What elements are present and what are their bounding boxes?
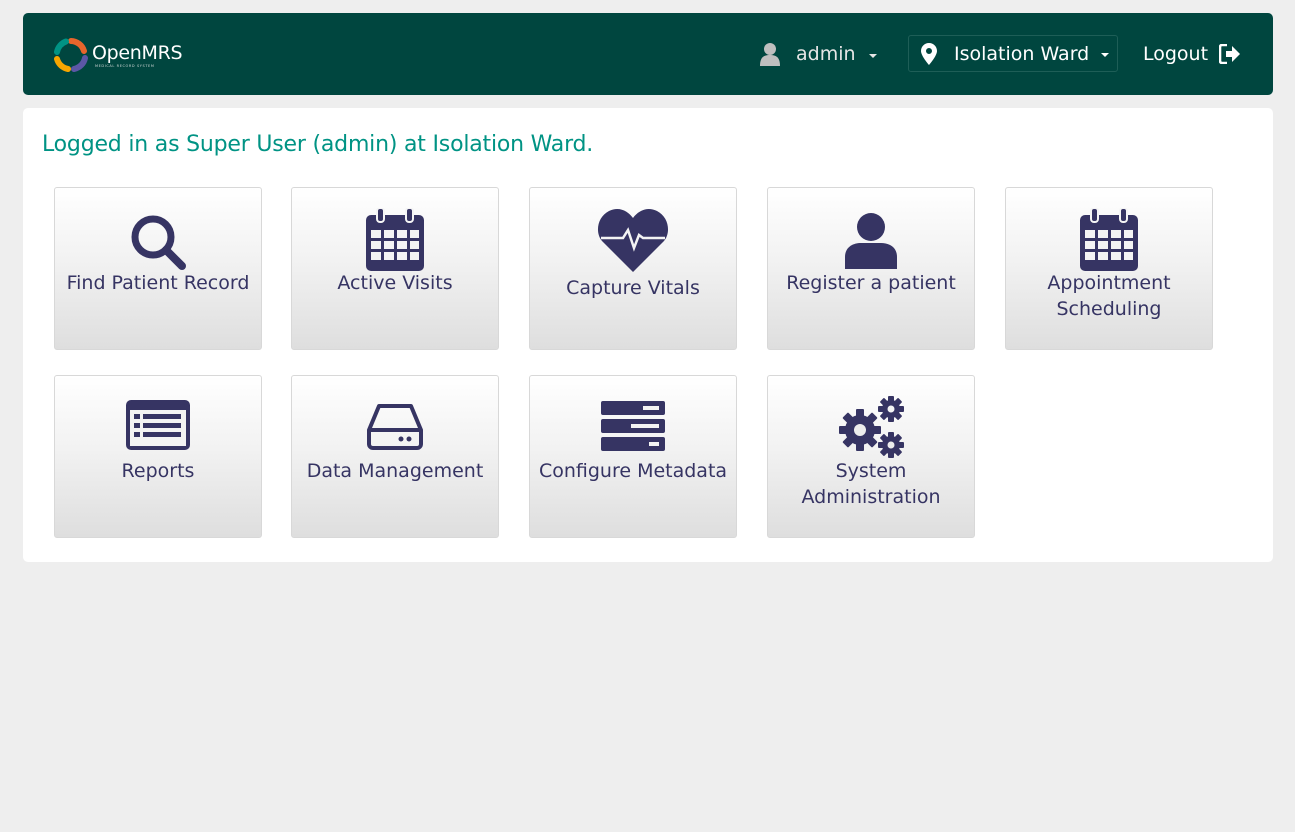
home-panel: Logged in as Super User (admin) at Isola…: [23, 108, 1273, 562]
tile-label: Data Management: [306, 460, 484, 482]
tile-label: Capture Vitals: [566, 277, 700, 299]
app-tile-appointment-scheduling[interactable]: Appointment Scheduling: [1005, 187, 1213, 350]
user-name: admin: [796, 43, 856, 65]
tile-label: Find Patient Record: [66, 272, 250, 294]
tile-label: Active Visits: [337, 272, 453, 294]
app-tile-configure-metadata[interactable]: Configure Metadata: [529, 375, 737, 538]
calendar-icon: [366, 208, 424, 271]
app-tile-capture-vitals[interactable]: Capture Vitals: [529, 187, 737, 350]
user-icon: [760, 43, 780, 66]
openmrs-logo-icon: [54, 38, 88, 72]
app-tile-reports[interactable]: Reports: [54, 375, 262, 538]
logout-label: Logout: [1143, 43, 1209, 65]
openmrs-logo[interactable]: OpenMRS MEDICAL RECORD SYSTEM: [54, 37, 183, 73]
tile-label: Configure Metadata: [538, 460, 728, 482]
hdd-icon: [367, 404, 423, 450]
app-tile-system-administration[interactable]: System Administration: [767, 375, 975, 538]
tile-label: Reports: [121, 460, 195, 482]
tasks-icon: [601, 401, 665, 451]
search-icon: [131, 215, 186, 270]
map-marker-icon: [921, 42, 937, 65]
cogs-icon: [839, 396, 904, 458]
chevron-down-icon: [868, 53, 877, 58]
logo-tagline: MEDICAL RECORD SYSTEM: [95, 63, 155, 68]
user-icon: [845, 213, 897, 269]
heartbeat-icon: [597, 208, 669, 272]
chevron-down-icon: [1101, 53, 1110, 57]
logout-link[interactable]: Logout: [1143, 40, 1241, 68]
app-tile-register-a-patient[interactable]: Register a patient: [767, 187, 975, 350]
app-tile-find-patient-record[interactable]: Find Patient Record: [54, 187, 262, 350]
tile-label: Appointment Scheduling: [1047, 272, 1171, 320]
location-selector[interactable]: Isolation Ward: [908, 35, 1118, 72]
tile-label: Register a patient: [786, 272, 956, 294]
logo-name: OpenMRS: [92, 41, 183, 64]
list-alt-icon: [126, 400, 190, 450]
user-menu[interactable]: admin: [759, 40, 877, 68]
calendar-icon: [1080, 208, 1138, 271]
top-header: OpenMRS MEDICAL RECORD SYSTEM admin Isol…: [23, 13, 1273, 95]
sign-out-icon: [1219, 44, 1241, 64]
welcome-message: Logged in as Super User (admin) at Isola…: [42, 132, 594, 157]
app-tile-active-visits[interactable]: Active Visits: [291, 187, 499, 350]
app-tile-data-management[interactable]: Data Management: [291, 375, 499, 538]
location-name: Isolation Ward: [954, 42, 1090, 65]
tile-label: System Administration: [801, 460, 941, 508]
